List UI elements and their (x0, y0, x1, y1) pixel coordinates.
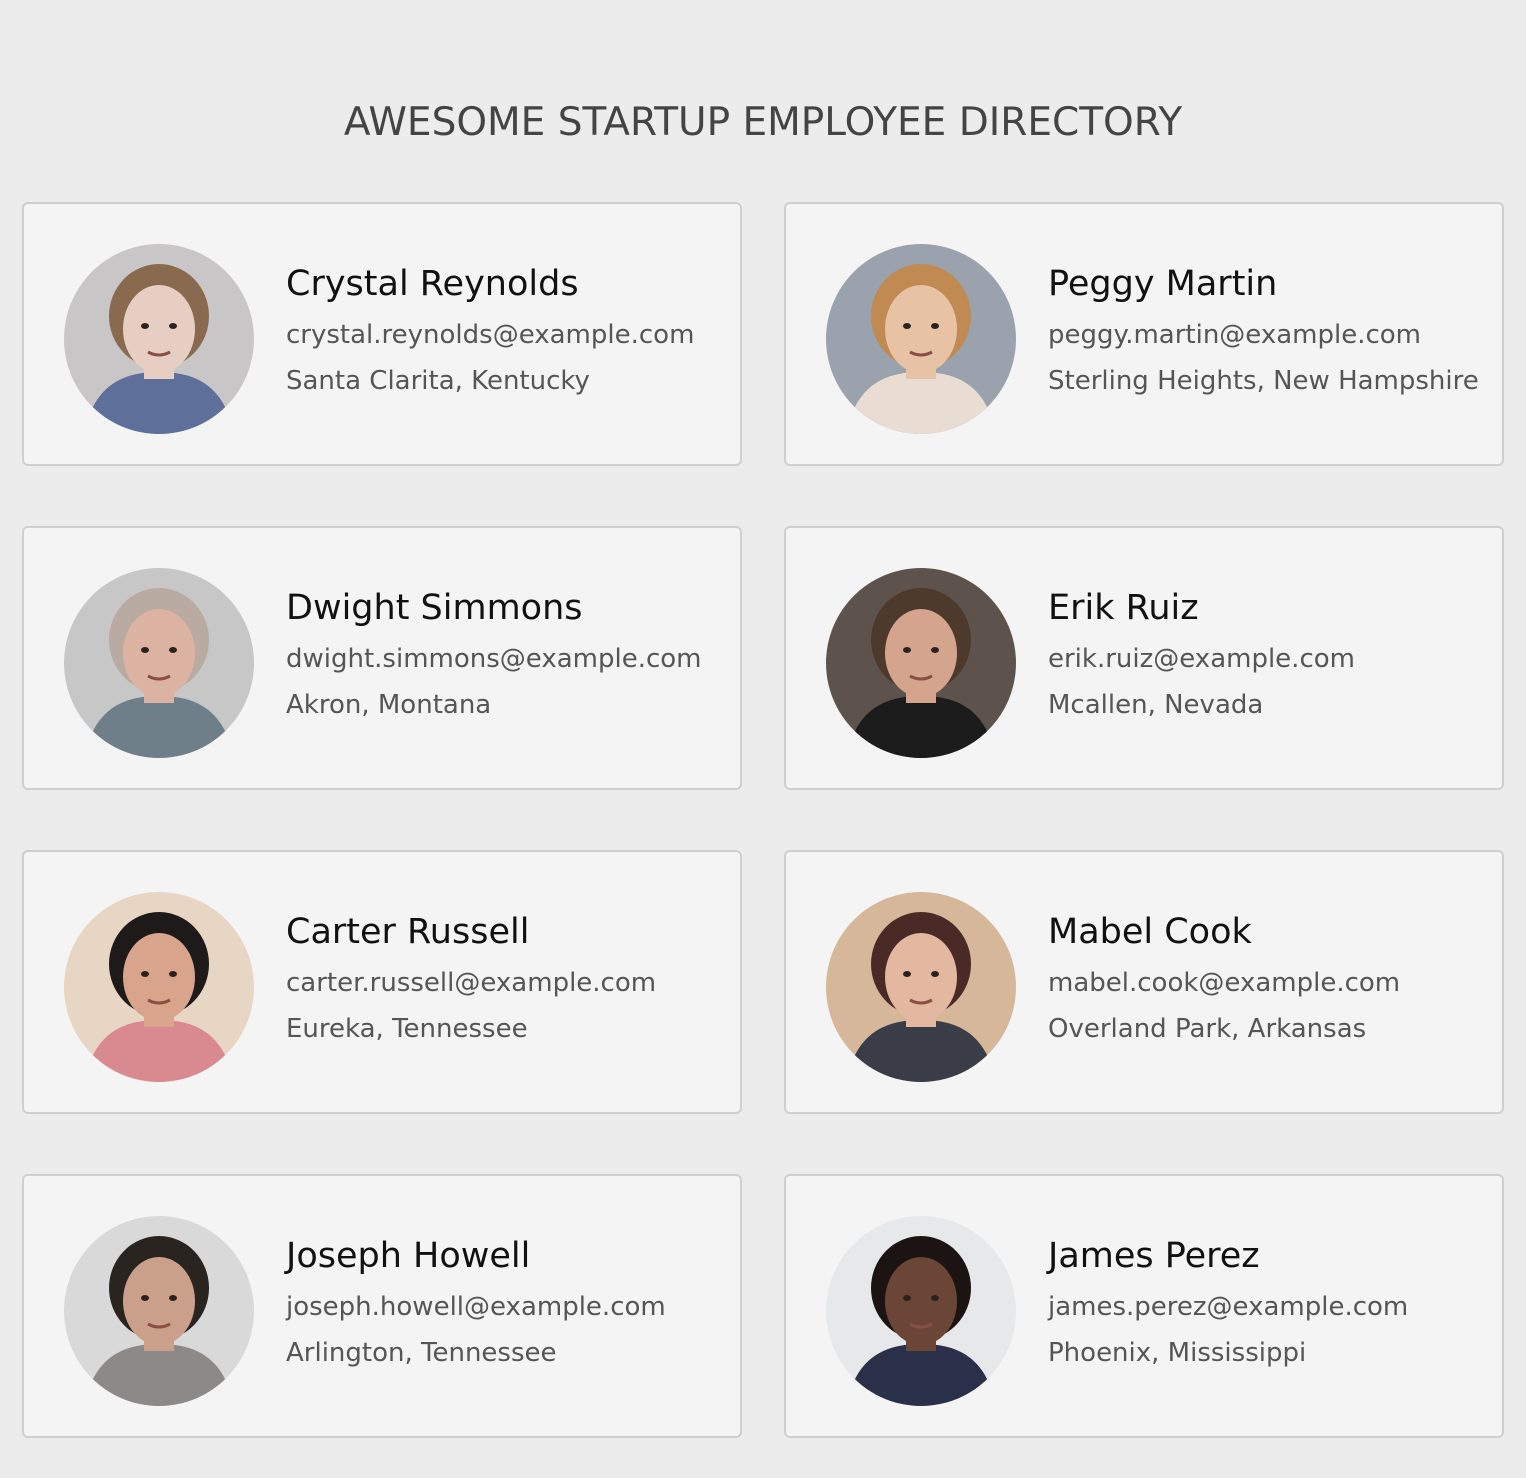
page-title: AWESOME STARTUP EMPLOYEE DIRECTORY (343, 100, 1183, 145)
avatar (826, 568, 1016, 758)
employee-info: Erik Ruiz erik.ruiz@example.com Mcallen,… (1048, 586, 1492, 722)
employee-email: carter.russell@example.com (286, 968, 657, 998)
employee-name: Mabel Cook (1048, 912, 1252, 952)
employee-info: Joseph Howell joseph.howell@example.com … (286, 1234, 730, 1370)
avatar (64, 568, 254, 758)
employee-email: peggy.martin@example.com (1048, 320, 1422, 350)
employee-info: Peggy Martin peggy.martin@example.com St… (1048, 262, 1492, 398)
employee-name: James Perez (1048, 1236, 1260, 1276)
employee-name: Peggy Martin (1048, 264, 1278, 304)
employee-card[interactable]: Peggy Martin peggy.martin@example.com St… (784, 202, 1504, 466)
employee-info: Dwight Simmons dwight.simmons@example.co… (286, 586, 730, 722)
employee-location: Mcallen, Nevada (1048, 690, 1264, 720)
employee-info: Carter Russell carter.russell@example.co… (286, 910, 730, 1046)
employee-location: Santa Clarita, Kentucky (286, 366, 590, 396)
employee-card[interactable]: Carter Russell carter.russell@example.co… (22, 850, 742, 1114)
employee-email: dwight.simmons@example.com (286, 644, 702, 674)
employee-location: Eureka, Tennessee (286, 1014, 528, 1044)
directory-page: AWESOME STARTUP EMPLOYEE DIRECTORY Cryst… (0, 0, 1526, 1478)
employee-card[interactable]: Erik Ruiz erik.ruiz@example.com Mcallen,… (784, 526, 1504, 790)
employee-name: Erik Ruiz (1048, 588, 1199, 628)
employee-info: Crystal Reynolds crystal.reynolds@exampl… (286, 262, 730, 398)
avatar (826, 244, 1016, 434)
employee-location: Overland Park, Arkansas (1048, 1014, 1367, 1044)
employee-grid: Crystal Reynolds crystal.reynolds@exampl… (22, 202, 1504, 1438)
employee-name: Crystal Reynolds (286, 264, 579, 304)
employee-card[interactable]: James Perez james.perez@example.com Phoe… (784, 1174, 1504, 1438)
employee-card[interactable]: Crystal Reynolds crystal.reynolds@exampl… (22, 202, 742, 466)
employee-card[interactable]: Joseph Howell joseph.howell@example.com … (22, 1174, 742, 1438)
employee-info: Mabel Cook mabel.cook@example.com Overla… (1048, 910, 1492, 1046)
avatar (64, 244, 254, 434)
employee-email: erik.ruiz@example.com (1048, 644, 1355, 674)
avatar (826, 1216, 1016, 1406)
employee-location: Arlington, Tennessee (286, 1338, 557, 1368)
employee-info: James Perez james.perez@example.com Phoe… (1048, 1234, 1492, 1370)
employee-name: Dwight Simmons (286, 588, 583, 628)
employee-email: james.perez@example.com (1048, 1292, 1409, 1322)
employee-location: Phoenix, Mississippi (1048, 1338, 1307, 1368)
employee-email: crystal.reynolds@example.com (286, 320, 695, 350)
avatar (826, 892, 1016, 1082)
employee-email: joseph.howell@example.com (286, 1292, 666, 1322)
employee-name: Carter Russell (286, 912, 530, 952)
employee-card[interactable]: Mabel Cook mabel.cook@example.com Overla… (784, 850, 1504, 1114)
employee-email: mabel.cook@example.com (1048, 968, 1401, 998)
employee-location: Akron, Montana (286, 690, 492, 720)
employee-location: Sterling Heights, New Hampshire (1048, 366, 1479, 396)
avatar (64, 892, 254, 1082)
employee-card[interactable]: Dwight Simmons dwight.simmons@example.co… (22, 526, 742, 790)
employee-name: Joseph Howell (286, 1236, 531, 1276)
avatar (64, 1216, 254, 1406)
